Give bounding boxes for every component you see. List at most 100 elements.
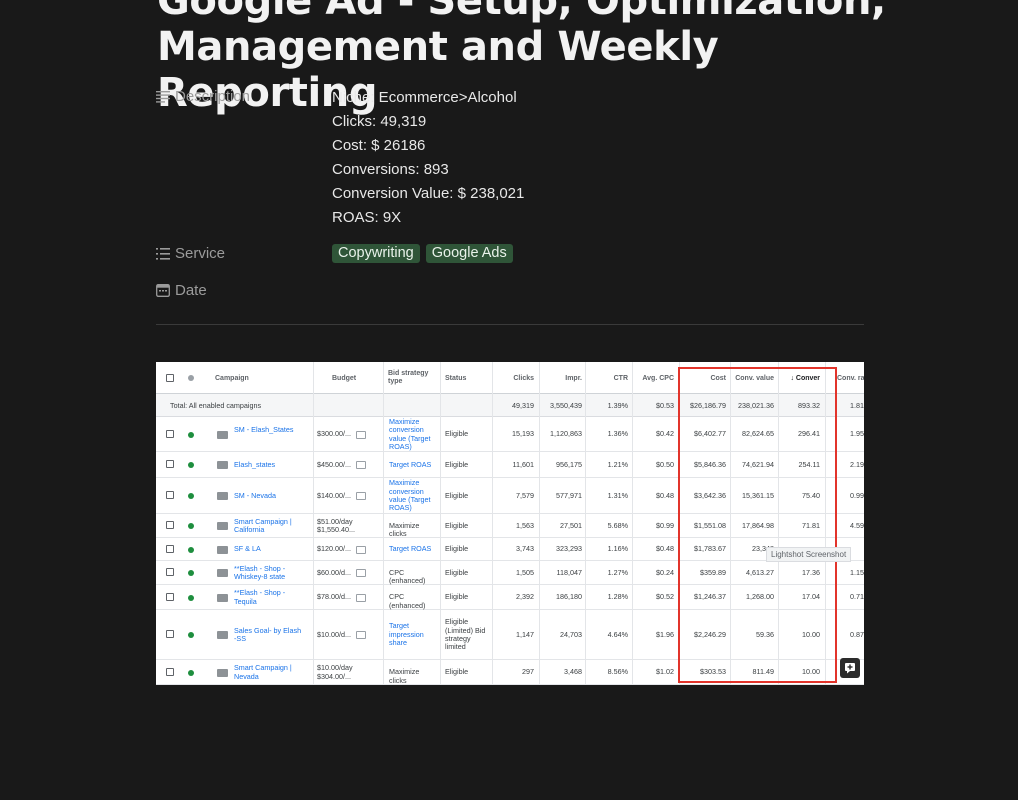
avg-cpc-value: $0.24 — [656, 567, 674, 577]
budget-chart-icon[interactable] — [356, 430, 366, 439]
column-divider — [632, 362, 633, 685]
campaign-type-icon — [217, 545, 228, 554]
budget-chart-icon[interactable] — [356, 492, 366, 500]
clicks-value: 11,601 — [512, 459, 534, 469]
description-line: Niche: Ecommerce>Alcohol — [332, 89, 517, 106]
status-value: Eligible — [445, 567, 469, 577]
bid-strategy-value[interactable]: Maximize conversion value (Target ROAS) — [389, 417, 437, 452]
row-checkbox[interactable] — [166, 429, 174, 438]
avg-cpc-value: $0.50 — [656, 459, 674, 469]
avg-cpc-value: $1.96 — [656, 629, 674, 639]
bid-strategy-value[interactable]: Target impression share — [389, 622, 437, 647]
header-ctr[interactable]: CTR — [588, 375, 628, 383]
date-property-label[interactable]: Date — [156, 282, 207, 299]
add-comment-button[interactable] — [840, 658, 860, 678]
total-conv-rate: 1.81 — [850, 401, 864, 410]
service-value[interactable]: Copywriting Google Ads — [332, 244, 513, 263]
budget-chart-icon[interactable] — [356, 461, 366, 469]
column-divider — [313, 362, 314, 685]
enabled-status-icon — [188, 546, 194, 553]
conv-rate-value: 4.59 — [850, 520, 864, 530]
avg-cpc-value: $0.48 — [656, 544, 674, 554]
budget-value: $450.00/... — [317, 459, 351, 469]
page: Google Ad - Setup, Optimization, Managem… — [0, 0, 1018, 800]
clicks-value: 1,147 — [516, 629, 534, 639]
row-checkbox[interactable] — [166, 592, 174, 601]
row-checkbox[interactable] — [166, 521, 174, 529]
header-budget[interactable]: Budget — [332, 375, 356, 383]
campaign-name-link[interactable]: Sales Goal- by Elash -SS — [234, 626, 302, 644]
campaign-name-link[interactable]: SF & LA — [234, 544, 302, 553]
budget-chart-icon[interactable] — [356, 545, 366, 554]
impr-value: 956,175 — [556, 459, 582, 469]
row-checkbox[interactable] — [166, 667, 174, 676]
status-value: Eligible — [445, 429, 469, 439]
row-checkbox[interactable] — [166, 491, 174, 499]
row-checkbox[interactable] — [166, 460, 174, 468]
divider — [156, 324, 864, 325]
clicks-value: 2,392 — [516, 592, 534, 602]
bid-strategy-value[interactable]: Maximize conversion value (Target ROAS) — [389, 479, 437, 513]
conv-rate-value: 0.71 — [850, 592, 864, 602]
avg-cpc-value: $0.48 — [656, 490, 674, 500]
ctr-value: 4.64% — [607, 629, 628, 639]
ctr-value: 1.36% — [607, 429, 628, 439]
clicks-value: 15,193 — [512, 429, 534, 439]
campaign-name-link[interactable]: Smart Campaign | Nevada — [234, 663, 302, 681]
row-checkbox[interactable] — [166, 568, 174, 576]
budget-value: $60.00/d... — [317, 567, 351, 577]
ctr-value: 1.21% — [607, 459, 628, 469]
row-checkbox[interactable] — [166, 630, 174, 638]
clicks-value: 7,579 — [516, 490, 534, 500]
status-value: Eligible (Limited) Bid strategy limited — [445, 617, 486, 652]
column-divider — [383, 362, 384, 685]
campaign-report-screenshot[interactable]: Campaign Budget Bid strategy type Status… — [156, 362, 864, 685]
campaign-name-link[interactable]: Smart Campaign | California — [234, 517, 302, 535]
campaign-name-link[interactable]: SM - Nevada — [234, 491, 302, 500]
header-clicks[interactable]: Clicks — [494, 375, 534, 383]
header-campaign[interactable]: Campaign — [215, 375, 249, 383]
conv-rate-value: 0.99 — [850, 490, 864, 500]
service-label-text: Service — [175, 245, 226, 262]
header-impr[interactable]: Impr. — [540, 375, 582, 383]
header-avg-cpc[interactable]: Avg. CPC — [634, 375, 674, 383]
ctr-value: 1.28% — [607, 592, 628, 602]
description-line: Clicks: 49,319 — [332, 113, 427, 130]
impr-value: 3,468 — [564, 667, 582, 677]
campaign-name-link[interactable]: SM - Elash_States — [234, 425, 302, 434]
bid-strategy-value[interactable]: Target ROAS — [389, 544, 437, 553]
enabled-status-icon — [188, 594, 194, 601]
campaign-name-link[interactable]: Elash_states — [234, 460, 302, 469]
page-title: Google Ad - Setup, Optimization, Managem… — [157, 0, 886, 116]
column-divider — [492, 362, 493, 685]
description-value[interactable]: Niche: Ecommerce>Alcohol Clicks: 49,319 … — [332, 86, 524, 230]
select-all-checkbox[interactable] — [166, 374, 174, 382]
header-conv-rate[interactable]: Conv. rat — [837, 375, 864, 383]
campaign-name-link[interactable]: **Elash - Shop - Tequila — [234, 588, 302, 606]
bid-strategy-value[interactable]: Target ROAS — [389, 460, 437, 469]
avg-cpc-value: $1.02 — [656, 667, 674, 677]
date-label-text: Date — [175, 282, 207, 299]
ctr-value: 1.27% — [607, 567, 628, 577]
campaign-name-link[interactable]: **Elash - Shop - Whiskey-8 state — [234, 564, 302, 582]
impr-value: 577,971 — [556, 490, 582, 500]
enabled-status-icon — [188, 493, 194, 499]
header-status[interactable]: Status — [445, 375, 466, 383]
avg-cpc-value: $0.42 — [656, 429, 674, 439]
status-value: Eligible — [445, 592, 469, 602]
service-property-label[interactable]: Service — [156, 245, 225, 262]
budget-chart-icon[interactable] — [356, 593, 366, 602]
status-value: Eligible — [445, 490, 469, 500]
campaign-type-icon — [217, 668, 228, 677]
total-label: Total: All enabled campaigns — [170, 401, 262, 410]
service-tag[interactable]: Google Ads — [425, 244, 513, 263]
row-checkbox[interactable] — [166, 544, 174, 553]
header-bid-strategy[interactable]: Bid strategy type — [388, 370, 434, 387]
budget-chart-icon[interactable] — [356, 631, 366, 639]
total-ctr: 1.39% — [607, 401, 628, 410]
budget-value: $300.00/... — [317, 429, 351, 439]
budget-value: $10.00/d... — [317, 629, 351, 639]
budget-chart-icon[interactable] — [356, 569, 366, 577]
description-property-label[interactable]: Description — [156, 88, 250, 105]
service-tag[interactable]: Copywriting — [332, 244, 420, 263]
